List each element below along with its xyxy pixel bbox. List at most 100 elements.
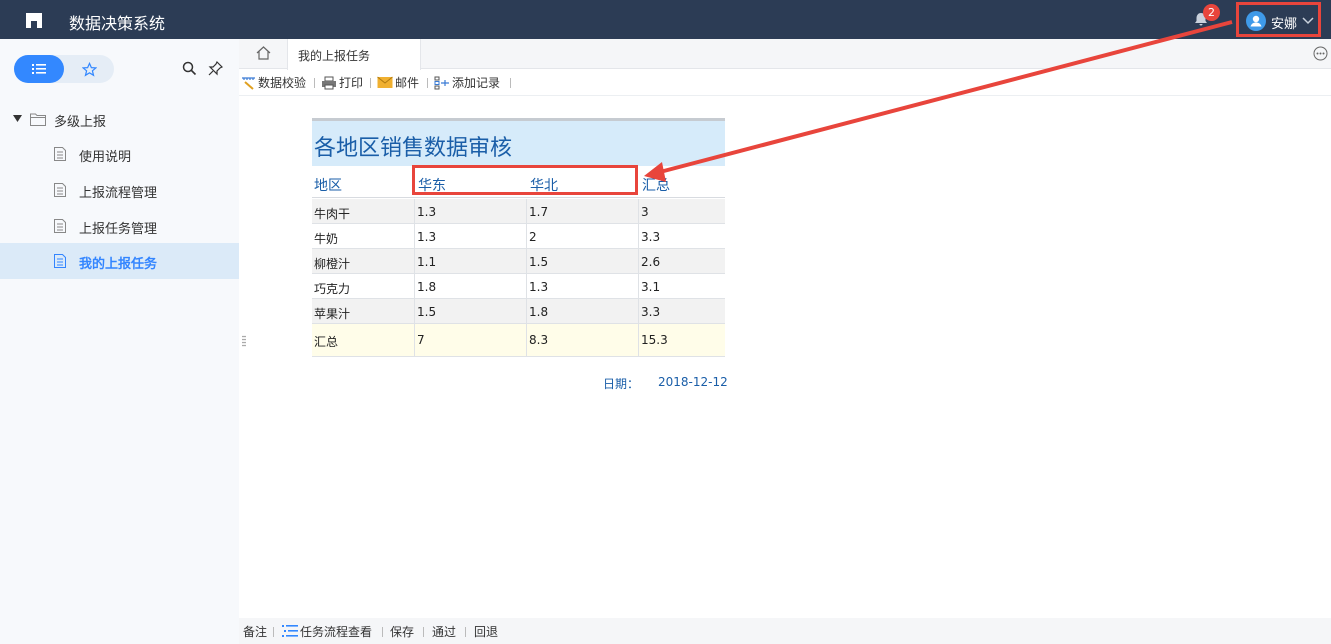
table-cell[interactable]: 1.1 [415,249,527,273]
table-cell[interactable]: 1.5 [527,249,639,273]
header-cell: 汇总 [642,178,670,194]
table-cell: 柳橙汁 [312,249,415,273]
divider [510,78,511,88]
save-button[interactable]: 保存 [390,623,414,640]
notification-badge: 2 [1203,4,1220,21]
add-record-button[interactable]: 添加记录 [434,75,506,91]
sidebar-item-label: 使用说明 [79,150,132,165]
task-list-icon [282,625,298,637]
tab-label: 我的上报任务 [298,49,371,63]
table-cell[interactable]: 2 [527,224,639,248]
task-flow-view-button[interactable]: 任务流程查看 [300,623,372,640]
table-cell: 牛奶 [312,224,415,248]
divider [314,78,315,88]
note-button[interactable]: 备注 [243,623,267,640]
user-name: 安娜 [1271,17,1298,32]
reject-button[interactable]: 回退 [474,623,498,640]
table-cell: 汇总 [312,324,415,356]
validate-label: 数据校验 [258,76,307,90]
resize-handle-icon[interactable] [242,335,246,347]
table-cell[interactable]: 1.5 [415,299,527,323]
mail-button[interactable]: 邮件 [377,75,423,91]
ruler-pencil-icon [242,77,255,90]
table-row: 巧克力 1.8 1.3 3.1 [312,274,725,299]
validate-button[interactable]: 数据校验 [241,75,311,91]
printer-icon [322,76,336,90]
envelope-icon [377,76,393,88]
sidebar-item-label: 上报任务管理 [79,222,158,237]
sidebar-item-usage-guide[interactable]: 使用说明 [0,137,239,171]
table-cell: 3.3 [641,305,661,319]
tab-home[interactable] [239,39,287,69]
top-bar: 数据决策系统 2 安娜 [0,0,1331,39]
print-button[interactable]: 打印 [321,75,367,91]
print-label: 打印 [339,76,364,90]
star-icon [82,62,97,77]
chevron-down-icon [1302,17,1314,25]
document-icon [54,147,66,161]
tree-root-multilevel[interactable]: 多级上报 [0,105,239,133]
sidebar-item-flow-management[interactable]: 上报流程管理 [0,173,239,207]
user-icon [1250,15,1262,27]
table-total-row: 汇总 7 8.3 15.3 [312,324,725,357]
tab-my-tasks[interactable]: 我的上报任务 [287,39,421,70]
home-icon [256,46,271,60]
add-record-label: 添加记录 [452,76,501,90]
table-cell: 3.3 [641,230,661,244]
table-cell[interactable]: 1.8 [527,299,639,323]
document-icon [54,254,66,268]
report-title: 各地区销售数据审核 [312,118,725,166]
table-cell: 7 [415,324,527,356]
list-view-button[interactable] [14,55,64,83]
search-icon[interactable] [182,61,197,76]
table-cell: 8.3 [527,324,639,356]
highlight-box [412,165,638,195]
divider [427,78,428,88]
table-row: 柳橙汁 1.1 1.5 2.6 [312,249,725,274]
user-menu[interactable]: 安娜 [1236,2,1321,37]
divider [465,627,466,637]
date-value: 2018-12-12 [658,375,728,389]
divider [273,627,274,637]
date-label: 日期： [603,377,640,391]
app-logo-icon[interactable] [24,10,44,30]
sidebar-item-label: 我的上报任务 [79,257,158,272]
table-cell[interactable]: 1.3 [415,224,527,248]
table-cell: 苹果汁 [312,299,415,323]
sidebar-item-task-management[interactable]: 上报任务管理 [0,209,239,243]
tree-root-label: 多级上报 [54,115,107,130]
table-cell: 牛肉干 [312,199,415,223]
table-row: 苹果汁 1.5 1.8 3.3 [312,299,725,324]
bottom-bar: 备注 任务流程查看 保存 通过 回退 [239,618,1331,644]
view-switch [14,55,114,83]
header-cell: 地区 [314,178,342,194]
approve-button[interactable]: 通过 [432,623,456,640]
table-cell: 3 [641,205,649,219]
app-title: 数据决策系统 [69,14,166,33]
folder-icon [30,113,46,126]
more-options-icon[interactable] [1313,46,1328,61]
table-cell[interactable]: 1.7 [527,199,639,223]
table-row: 牛奶 1.3 2 3.3 [312,224,725,249]
sidebar-item-my-tasks[interactable]: 我的上报任务 [0,243,239,279]
table-cell[interactable]: 1.8 [415,274,527,298]
caret-down-icon[interactable] [13,115,22,123]
mail-label: 邮件 [395,76,420,90]
table-cell[interactable]: 1.3 [527,274,639,298]
table-cell: 巧克力 [312,274,415,298]
document-icon [54,183,66,197]
list-icon [32,64,46,74]
avatar [1246,11,1266,31]
divider [423,627,424,637]
table-cell: 2.6 [641,255,661,269]
report-toolbar: 数据校验 打印 邮件 添加记录 [239,70,1331,96]
favorites-button[interactable] [64,55,114,83]
divider [382,627,383,637]
tab-bar: 我的上报任务 [239,39,1331,70]
table-row: 牛肉干 1.3 1.7 3 [312,199,725,224]
table-cell[interactable]: 1.3 [415,199,527,223]
report-title-text: 各地区销售数据审核 [314,136,513,161]
table-cell: 15.3 [641,333,668,347]
sidebar-item-label: 上报流程管理 [79,186,158,201]
pin-icon[interactable] [208,61,223,76]
